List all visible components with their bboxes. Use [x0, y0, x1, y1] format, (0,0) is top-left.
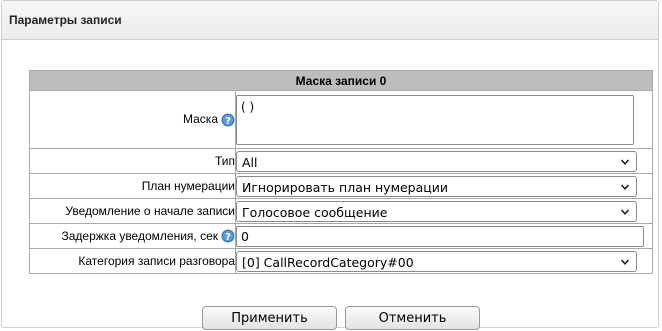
delay-label: Задержка уведомления, сек	[61, 228, 219, 243]
help-icon[interactable]: ?	[221, 229, 235, 243]
mask-cell: ( )	[235, 90, 653, 149]
delay-label-cell: Задержка уведомления, сек?	[29, 223, 236, 249]
chevron-down-icon	[620, 158, 630, 165]
type-select-value: All	[242, 154, 258, 170]
delay-input[interactable]: 0	[236, 225, 644, 247]
type-cell: All	[235, 148, 653, 174]
numbering-plan-select[interactable]: Игнорировать план нумерации	[236, 175, 637, 197]
numbering-plan-select-value: Игнорировать план нумерации	[242, 179, 449, 195]
chevron-down-icon	[620, 183, 630, 190]
category-cell: [0] CallRecordCategory#00	[235, 248, 653, 274]
notification-select[interactable]: Голосовое сообщение	[236, 200, 637, 222]
category-label: Категория записи разговора	[29, 248, 236, 274]
help-icon[interactable]: ?	[221, 113, 235, 127]
numbering-plan-cell: Игнорировать план нумерации	[235, 173, 653, 199]
type-label: Тип	[29, 148, 236, 174]
chevron-down-icon	[620, 208, 630, 215]
panel-header: Параметры записи	[2, 1, 658, 40]
numbering-plan-label: План нумерации	[29, 173, 236, 199]
panel-title: Параметры записи	[9, 13, 122, 27]
svg-text:?: ?	[225, 116, 231, 127]
record-mask-table: Маска записи 0 Маска? ( ) Тип All План н…	[29, 70, 653, 274]
table-header: Маска записи 0	[29, 70, 653, 91]
type-select[interactable]: All	[236, 150, 637, 172]
category-select[interactable]: [0] CallRecordCategory#00	[236, 250, 637, 272]
mask-textarea[interactable]: ( )	[236, 94, 634, 145]
mask-label: Маска	[183, 112, 218, 127]
notification-label: Уведомление о начале записи	[29, 198, 236, 224]
cancel-button[interactable]: Отменить	[345, 306, 480, 330]
mask-label-cell: Маска?	[29, 90, 236, 149]
chevron-down-icon	[620, 258, 630, 265]
svg-text:?: ?	[225, 232, 231, 243]
delay-cell: 0	[235, 223, 653, 249]
notification-select-value: Голосовое сообщение	[242, 204, 388, 220]
notification-cell: Голосовое сообщение	[235, 198, 653, 224]
category-select-value: [0] CallRecordCategory#00	[242, 254, 414, 270]
apply-button[interactable]: Применить	[202, 306, 337, 330]
